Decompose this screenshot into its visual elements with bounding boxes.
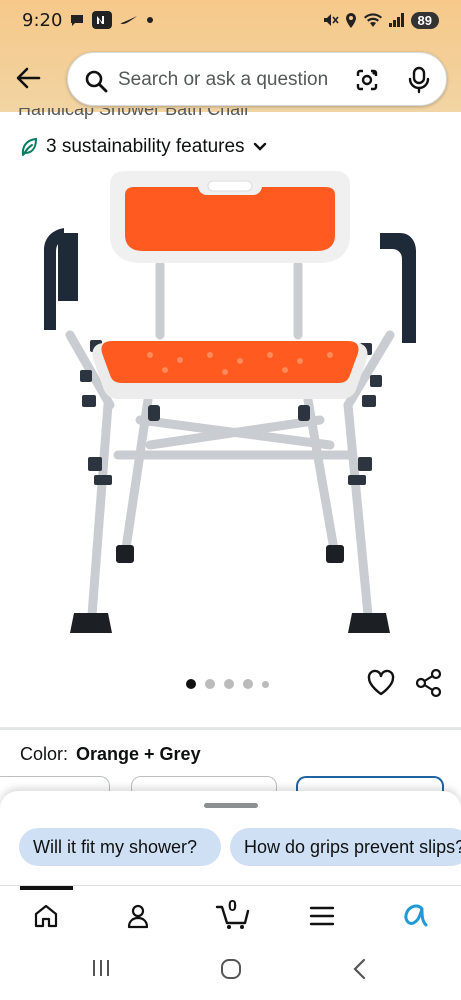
carousel-dot[interactable] <box>262 680 269 688</box>
battery-indicator: 89 <box>410 11 439 29</box>
recent-apps-icon <box>93 960 109 976</box>
nav-menu[interactable] <box>302 898 342 934</box>
back-arrow-icon <box>16 67 41 89</box>
home-icon <box>34 904 58 928</box>
search-placeholder: Search or ask a question <box>118 69 329 90</box>
divider <box>0 727 461 730</box>
color-label: Color: <box>20 744 69 764</box>
location-icon <box>345 12 357 28</box>
app-notification-icon <box>92 11 113 29</box>
lens-camera-icon[interactable] <box>353 66 381 94</box>
heart-icon <box>367 669 395 696</box>
system-back-button[interactable] <box>350 957 370 986</box>
nav-home[interactable] <box>26 898 66 934</box>
mic-icon[interactable] <box>408 66 430 94</box>
nav-account[interactable] <box>118 898 158 934</box>
chevron-down-icon <box>253 142 266 151</box>
suggestion-chip[interactable]: Will it fit my shower? <box>19 828 221 866</box>
system-nav-bar <box>0 943 461 1000</box>
sustainability-features-link[interactable]: 3 sustainability features <box>20 136 267 158</box>
sheet-drag-handle[interactable] <box>204 803 258 808</box>
product-image[interactable] <box>30 165 430 645</box>
color-selector-label: Color: Orange + Grey <box>20 744 201 765</box>
carousel-dot[interactable] <box>186 679 196 689</box>
message-icon <box>70 13 84 27</box>
bottom-nav: 0 <box>0 885 461 943</box>
cart-count: 0 <box>228 898 237 915</box>
signal-icon <box>388 13 405 27</box>
header: 9:20 89 Search or ask a question <box>0 0 461 112</box>
more-dot-icon <box>146 16 154 24</box>
wishlist-button[interactable] <box>366 668 396 703</box>
status-time: 9:20 <box>22 9 63 31</box>
leaf-icon <box>20 137 38 157</box>
product-title: Handicap Shower Bath Chair <box>18 108 251 119</box>
carousel-dot[interactable] <box>205 679 215 689</box>
sustainability-label: 3 sustainability features <box>46 136 245 157</box>
mute-icon <box>323 13 339 27</box>
search-row: Search or ask a question <box>0 52 461 106</box>
share-icon <box>415 668 442 698</box>
image-carousel-dots[interactable] <box>186 679 269 689</box>
share-button[interactable] <box>414 668 444 703</box>
account-icon <box>127 904 149 929</box>
active-tab-indicator <box>20 886 73 890</box>
home-button[interactable] <box>219 957 243 986</box>
nav-cart[interactable]: 0 <box>210 898 256 934</box>
menu-icon <box>309 906 335 926</box>
chevron-left-icon <box>353 958 366 980</box>
rufus-icon <box>404 904 428 927</box>
rufus-suggestions-sheet: Will it fit my shower? How do grips prev… <box>0 791 461 891</box>
color-value: Orange + Grey <box>76 744 201 764</box>
carousel-dot[interactable] <box>243 679 253 689</box>
search-input[interactable]: Search or ask a question <box>67 52 447 106</box>
wifi-icon <box>363 12 383 28</box>
swoosh-icon <box>120 15 138 25</box>
amazon-product-page: 9:20 89 Search or ask a question Handica… <box>0 0 461 1000</box>
back-button[interactable] <box>10 60 46 96</box>
recent-apps-button[interactable] <box>90 957 112 984</box>
search-icon <box>85 70 108 93</box>
status-bar: 9:20 89 <box>0 0 461 40</box>
carousel-dot[interactable] <box>224 679 234 689</box>
nav-rufus[interactable] <box>394 898 434 934</box>
home-circle-icon <box>221 959 241 979</box>
suggestion-chip[interactable]: How do grips prevent slips? <box>230 828 461 866</box>
